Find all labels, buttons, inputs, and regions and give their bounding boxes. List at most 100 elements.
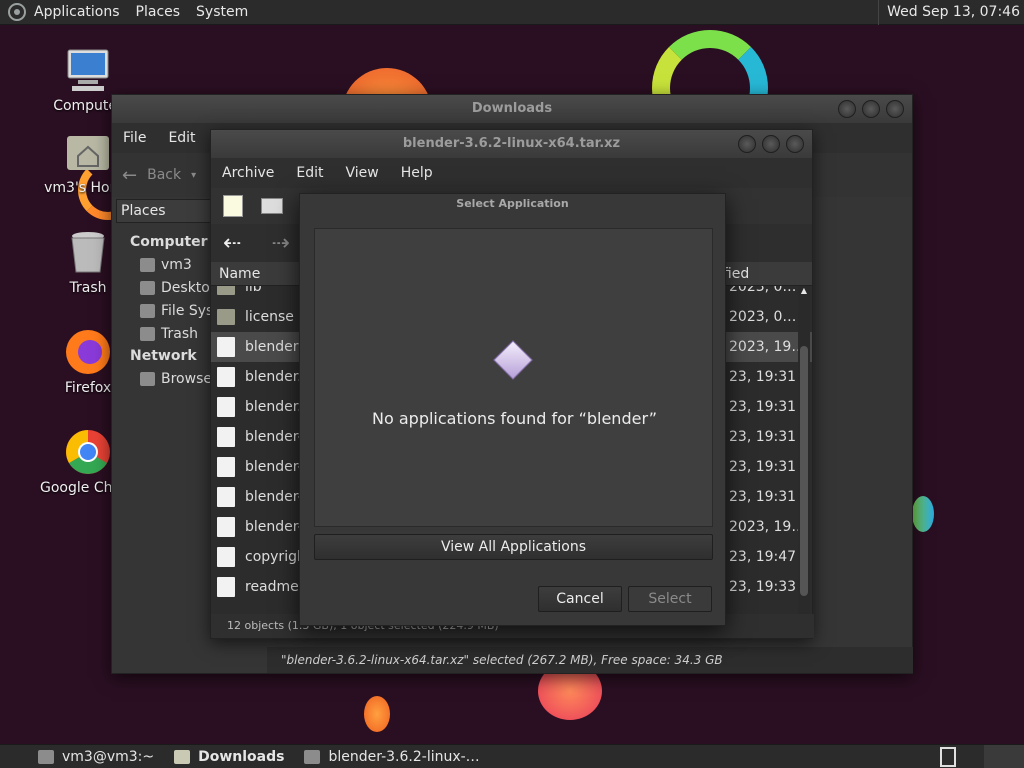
sidebar-item-desktop[interactable]: Desktop	[120, 276, 216, 299]
archive-menubar: Archive Edit View Help	[211, 158, 812, 188]
sidebar-item-label: File System	[161, 302, 216, 319]
file-icon	[217, 517, 235, 537]
task-downloads[interactable]: Downloads	[164, 745, 294, 768]
sidebar-item-vm3[interactable]: vm3	[120, 253, 216, 276]
applications-menu[interactable]: Applications	[26, 0, 128, 25]
terminal-icon	[38, 749, 54, 764]
file-date: 23, 19:31	[729, 459, 797, 475]
window-title: Downloads	[471, 101, 553, 116]
home-icon	[140, 257, 155, 272]
archive-titlebar[interactable]: blender-3.6.2-linux-x64.tar.xz	[211, 130, 812, 158]
column-name[interactable]: Name	[211, 266, 260, 282]
task-archive[interactable]: blender-3.6.2-linux-…	[294, 745, 489, 768]
file-date: 23, 19:31	[729, 369, 797, 385]
window-title: blender-3.6.2-linux-x64.tar.xz	[402, 136, 621, 151]
menu-archive[interactable]: Archive	[211, 165, 285, 181]
file-name: blender-	[245, 519, 303, 535]
network-icon	[140, 371, 155, 386]
task-label: Downloads	[198, 748, 285, 765]
distro-logo-icon[interactable]	[8, 3, 26, 21]
downloads-statusbar: "blender-3.6.2-linux-x64.tar.xz" selecte…	[267, 647, 913, 673]
desktop-icon	[140, 280, 155, 295]
dialog-title: Select Application	[456, 197, 569, 210]
file-date: 23, 19:47	[729, 549, 797, 565]
file-name: lib	[245, 286, 262, 295]
sidebar-item-label: vm3	[161, 256, 192, 273]
drive-icon	[140, 303, 155, 318]
wallpaper-orange-dot	[364, 696, 390, 732]
file-date: 23, 19:31	[729, 399, 797, 415]
firefox-icon	[64, 328, 112, 376]
task-label: blender-3.6.2-linux-…	[328, 748, 480, 765]
clock[interactable]: Wed Sep 13, 07:46	[878, 0, 1020, 25]
file-name: blender	[245, 339, 299, 355]
wallpaper-blue-dot	[912, 496, 934, 532]
open-archive-icon[interactable]	[261, 198, 283, 214]
application-list-panel: No applications found for “blender”	[314, 228, 713, 527]
file-date: 2023, 0…	[729, 286, 797, 295]
sidebar-item-label: Desktop	[161, 279, 216, 296]
file-icon	[217, 337, 235, 357]
empty-message: No applications found for “blender”	[372, 409, 657, 428]
chrome-icon	[64, 428, 112, 476]
maximize-button[interactable]	[762, 135, 780, 153]
file-icon	[217, 367, 235, 387]
file-date: 2023, 19…	[729, 339, 806, 355]
sidebar-item-filesystem[interactable]: File System	[120, 299, 216, 322]
sidebar-item-trash[interactable]: Trash	[120, 322, 216, 345]
select-button[interactable]: Select	[628, 586, 712, 612]
file-date: 23, 19:31	[729, 429, 797, 445]
folder-icon	[217, 309, 235, 325]
minimize-button[interactable]	[738, 135, 756, 153]
file-name: blender-	[245, 459, 303, 475]
file-name: blender-	[245, 429, 303, 445]
back-arrow-icon[interactable]: ←	[122, 165, 137, 186]
back-button[interactable]: Back	[147, 167, 181, 183]
scroll-up-arrow-icon[interactable]: ▲	[798, 286, 810, 295]
menu-edit[interactable]: Edit	[157, 130, 206, 146]
downloads-titlebar[interactable]: Downloads	[112, 95, 912, 123]
workspace-switcher[interactable]	[984, 745, 1024, 768]
folder-icon	[174, 749, 191, 764]
maximize-button[interactable]	[862, 100, 880, 118]
close-button[interactable]	[886, 100, 904, 118]
task-terminal[interactable]: vm3@vm3:~	[28, 745, 164, 768]
sidebar-header-computer: Computer	[130, 234, 208, 250]
places-dropdown[interactable]: Places	[116, 199, 214, 223]
file-icon	[217, 547, 235, 567]
forward-arrow-icon[interactable]: ⇢	[271, 231, 289, 256]
view-all-applications-button[interactable]: View All Applications	[314, 534, 713, 560]
file-name: blender-	[245, 489, 303, 505]
system-menu[interactable]: System	[188, 0, 256, 25]
trash-icon	[64, 228, 112, 276]
menu-help[interactable]: Help	[390, 165, 444, 181]
task-label: vm3@vm3:~	[62, 748, 155, 765]
top-panel: Applications Places System Wed Sep 13, 0…	[0, 0, 1024, 25]
cancel-button[interactable]: Cancel	[538, 586, 622, 612]
minimize-button[interactable]	[838, 100, 856, 118]
scrollbar-thumb[interactable]	[800, 346, 808, 596]
file-name: license	[245, 309, 294, 325]
back-arrow-icon[interactable]: ⇠	[223, 231, 241, 256]
sidebar-header-network: Network	[130, 348, 197, 364]
file-icon	[217, 487, 235, 507]
menu-view[interactable]: View	[335, 165, 390, 181]
close-button[interactable]	[786, 135, 804, 153]
show-desktop-icon[interactable]	[940, 747, 956, 767]
chevron-down-icon[interactable]: ▾	[191, 170, 196, 181]
places-menu[interactable]: Places	[128, 0, 189, 25]
file-icon	[217, 577, 235, 597]
archive-icon	[304, 749, 321, 764]
sidebar-item-label: Trash	[161, 325, 198, 342]
new-archive-icon[interactable]	[223, 195, 243, 217]
trash-icon	[140, 326, 155, 341]
places-sidebar: Computer vm3 Desktop File System Trash N…	[120, 231, 216, 390]
home-folder-icon	[64, 128, 112, 176]
sidebar-item-browse-network[interactable]: Browse Network	[120, 367, 216, 390]
file-date: 2023, 0…	[729, 309, 797, 325]
menu-file[interactable]: File	[112, 130, 157, 146]
folder-icon	[217, 286, 235, 295]
menu-edit[interactable]: Edit	[285, 165, 334, 181]
file-icon	[217, 397, 235, 417]
scrollbar[interactable]: ▲	[798, 286, 810, 616]
